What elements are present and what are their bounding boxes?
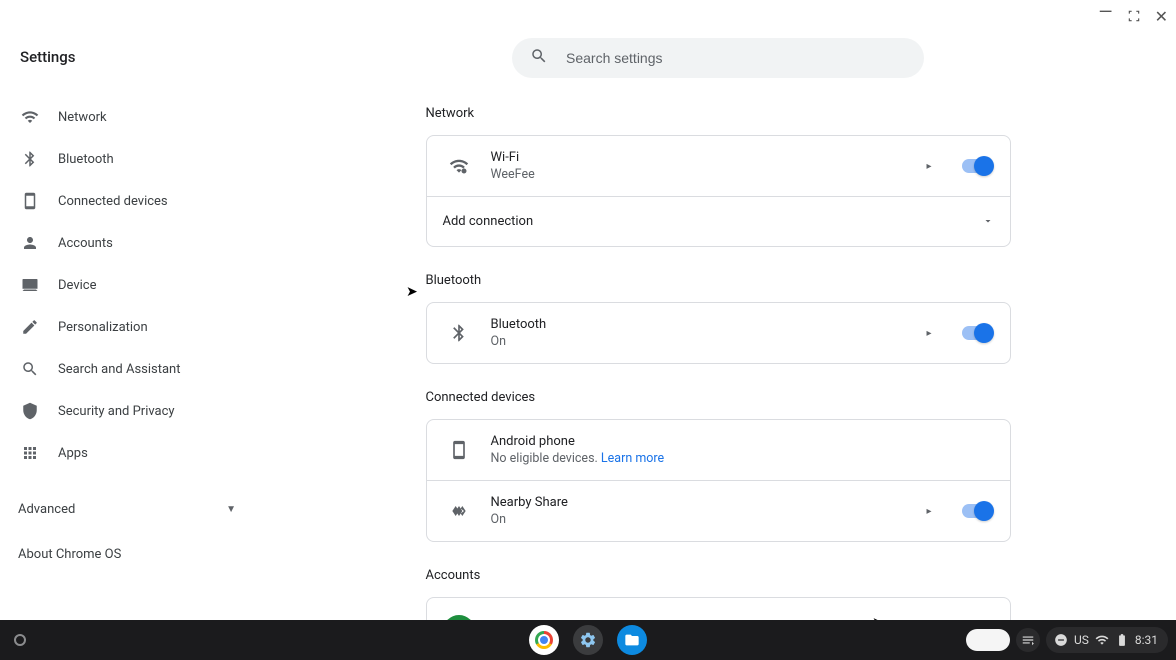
laptop-icon: [20, 275, 40, 295]
chevron-down-icon: ▼: [226, 504, 236, 515]
wifi-row[interactable]: Wi-Fi WeeFee ▸: [427, 136, 1010, 196]
sidebar-item-connected-devices[interactable]: Connected devices: [18, 180, 260, 222]
sidebar-item-accounts[interactable]: Accounts: [18, 222, 260, 264]
wifi-ssid: WeeFee: [491, 167, 927, 182]
section-title-bluetooth: Bluetooth: [426, 273, 1011, 288]
add-connection-label: Add connection: [443, 214, 982, 229]
learn-more-link[interactable]: Learn more: [601, 451, 664, 466]
sidebar-item-search-assistant[interactable]: Search and Assistant: [18, 348, 260, 390]
clock-time: 8:31: [1135, 633, 1158, 647]
phone-row-icon: [443, 434, 475, 466]
current-account-row[interactable]: c Currently signed in as cros: [427, 598, 1010, 620]
sidebar-item-personalization[interactable]: Personalization: [18, 306, 260, 348]
accounts-card: c Currently signed in as cros: [426, 597, 1011, 620]
bluetooth-row-icon: [443, 317, 475, 349]
sidebar-item-label: Security and Privacy: [58, 404, 175, 419]
sidebar-item-security-privacy[interactable]: Security and Privacy: [18, 390, 260, 432]
sidebar-item-label: Connected devices: [58, 194, 168, 209]
nearby-share-toggle[interactable]: [962, 504, 992, 518]
nearby-share-label: Nearby Share: [491, 495, 927, 510]
status-tray[interactable]: US 8:31: [1046, 627, 1168, 653]
sidebar-item-label: Accounts: [58, 236, 113, 251]
android-phone-sub: No eligible devices. Learn more: [491, 451, 994, 466]
nearby-share-icon: [443, 495, 475, 527]
sidebar-item-device[interactable]: Device: [18, 264, 260, 306]
bluetooth-icon: [20, 149, 40, 169]
bluetooth-toggle[interactable]: [962, 326, 992, 340]
wifi-label: Wi-Fi: [491, 150, 927, 165]
android-phone-label: Android phone: [491, 434, 994, 449]
page-title: Settings: [18, 48, 260, 66]
network-card: Wi-Fi WeeFee ▸ Add connection: [426, 135, 1011, 247]
sidebar-item-network[interactable]: Network: [18, 96, 260, 138]
settings-sidebar: Settings Network Bluetooth Connected dev…: [0, 0, 260, 620]
sidebar-item-label: Search and Assistant: [58, 362, 181, 377]
search-icon: [530, 47, 548, 69]
bluetooth-label: Bluetooth: [491, 317, 927, 332]
close-button[interactable]: ✕: [1155, 9, 1168, 25]
chrome-app-icon[interactable]: [529, 625, 559, 655]
wifi-signal-icon: [443, 150, 475, 182]
sidebar-item-label: Personalization: [58, 320, 148, 335]
sidebar-item-label: Apps: [58, 446, 88, 461]
search-settings[interactable]: [512, 38, 924, 78]
chevron-right-icon: ▸: [926, 328, 931, 339]
sidebar-item-bluetooth[interactable]: Bluetooth: [18, 138, 260, 180]
section-title-connected: Connected devices: [426, 390, 1011, 405]
shelf: US 8:31: [0, 620, 1176, 660]
shield-icon: [20, 401, 40, 421]
sidebar-advanced[interactable]: Advanced ▼: [18, 484, 260, 517]
pencil-icon: [20, 317, 40, 337]
holding-space[interactable]: [966, 629, 1010, 651]
battery-icon: [1115, 633, 1129, 647]
sidebar-item-apps[interactable]: Apps: [18, 432, 260, 474]
section-title-accounts: Accounts: [426, 568, 1011, 583]
settings-app-icon[interactable]: [573, 625, 603, 655]
phone-icon: [20, 191, 40, 211]
apps-icon: [20, 443, 40, 463]
android-phone-row[interactable]: Android phone No eligible devices. Learn…: [427, 420, 1010, 480]
sidebar-item-label: Bluetooth: [58, 152, 114, 167]
search-input[interactable]: [566, 50, 906, 66]
advanced-label: Advanced: [18, 502, 75, 517]
add-connection-row[interactable]: Add connection: [427, 196, 1010, 246]
sidebar-item-label: Network: [58, 110, 107, 125]
media-control-icon[interactable]: [1016, 628, 1040, 652]
files-app-icon[interactable]: [617, 625, 647, 655]
sidebar-item-label: Device: [58, 278, 97, 293]
bluetooth-row[interactable]: Bluetooth On ▸: [427, 303, 1010, 363]
launcher-button[interactable]: [14, 634, 26, 646]
minimize-button[interactable]: —: [1099, 4, 1113, 22]
window-controls: — ✕: [1099, 8, 1168, 26]
chevron-right-icon: ▸: [926, 506, 931, 517]
wifi-toggle[interactable]: [962, 159, 992, 173]
connected-devices-card: Android phone No eligible devices. Learn…: [426, 419, 1011, 542]
section-title-network: Network: [426, 106, 1011, 121]
search-icon: [20, 359, 40, 379]
wifi-status-icon: [1095, 633, 1109, 647]
person-icon: [20, 233, 40, 253]
nearby-share-status: On: [491, 512, 927, 527]
wifi-icon: [20, 107, 40, 127]
dnd-icon: [1054, 633, 1068, 647]
maximize-button[interactable]: [1127, 9, 1141, 26]
nearby-share-row[interactable]: Nearby Share On ▸: [427, 480, 1010, 541]
chevron-down-icon: [982, 212, 994, 231]
chevron-right-icon: ▸: [926, 161, 931, 172]
bluetooth-card: Bluetooth On ▸: [426, 302, 1011, 364]
sidebar-about[interactable]: About Chrome OS: [18, 517, 260, 562]
ime-label: US: [1074, 633, 1089, 647]
main-content: Network Wi-Fi WeeFee ▸ Add connection: [260, 0, 1176, 620]
about-label: About Chrome OS: [18, 547, 121, 562]
bluetooth-status: On: [491, 334, 927, 349]
